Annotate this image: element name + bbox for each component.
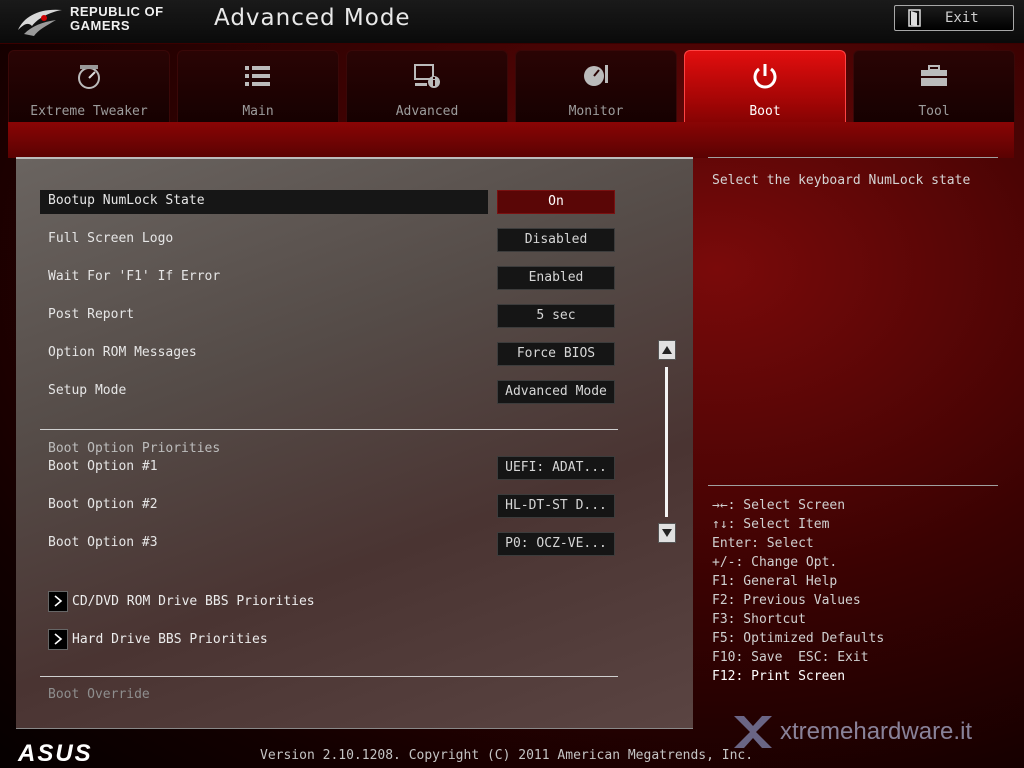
boot-option-label: Boot Option #1 (48, 459, 158, 474)
rog-logo-icon (18, 9, 62, 36)
key-hint: F5: Optimized Defaults (712, 631, 885, 646)
key-hint: +/-: Change Opt. (712, 555, 838, 570)
boot-priorities-heading: Boot Option Priorities (48, 441, 221, 456)
key-hint: Enter: Select (712, 536, 814, 551)
submenu-hard-drive-bbs[interactable]: Hard Drive BBS Priorities (48, 628, 268, 650)
tab-boot[interactable]: Boot (684, 50, 846, 122)
setting-label: Option ROM Messages (48, 345, 197, 360)
submenu-label: Hard Drive BBS Priorities (72, 631, 268, 647)
boot-option-value[interactable]: UEFI: ADAT... (497, 456, 615, 480)
toolbox-icon (921, 65, 947, 86)
asus-logo: ASUS (18, 740, 93, 767)
tab-monitor[interactable]: Monitor (515, 50, 677, 122)
watermark-x-icon (734, 716, 772, 748)
setting-label: Post Report (48, 307, 135, 322)
help-divider (708, 485, 998, 486)
main-tabs: Extreme Tweaker Main Advanced Monitor Bo… (0, 48, 1024, 124)
scroll-down-button[interactable] (658, 523, 676, 543)
help-divider (708, 157, 998, 158)
version-text: Version 2.10.1208. Copyright (C) 2011 Am… (260, 748, 754, 763)
key-hint: ↑↓: Select Item (712, 517, 830, 532)
rog-brand-text: REPUBLIC OF GAMERS (70, 5, 164, 33)
setting-value[interactable]: Force BIOS (497, 342, 615, 366)
section-divider (40, 676, 618, 677)
boot-option-value[interactable]: P0: OCZ-VE... (497, 532, 615, 556)
boot-option-label: Boot Option #2 (48, 497, 158, 512)
setting-value[interactable]: Enabled (497, 266, 615, 290)
setting-row-option-rom[interactable]: Option ROM Messages Force BIOS (40, 342, 615, 366)
tab-label: Extreme Tweaker (30, 104, 148, 119)
tab-label: Boot (749, 104, 781, 119)
tab-tool[interactable]: Tool (853, 50, 1015, 122)
setting-row-setup-mode[interactable]: Setup Mode Advanced Mode (40, 380, 615, 404)
setting-label: Full Screen Logo (48, 231, 174, 246)
setting-value[interactable]: Disabled (497, 228, 615, 252)
chevron-right-icon (48, 628, 68, 650)
setting-value[interactable]: 5 sec (497, 304, 615, 328)
brand-line-1: REPUBLIC OF (70, 4, 164, 19)
key-hint: F10: Save ESC: Exit (712, 650, 869, 665)
speedometer-icon (78, 65, 100, 89)
key-hint: F2: Previous Values (712, 593, 861, 608)
triangle-up-icon (662, 346, 672, 354)
advanced-info-icon (414, 64, 440, 88)
setting-label: Bootup NumLock State (48, 193, 205, 208)
list-icon (245, 66, 270, 86)
boot-option-value[interactable]: HL-DT-ST D... (497, 494, 615, 518)
gauge-icon (584, 65, 608, 86)
key-hint: F1: General Help (712, 574, 838, 589)
tab-label: Main (242, 104, 274, 119)
setting-row-post-report[interactable]: Post Report 5 sec (40, 304, 615, 328)
settings-panel: Bootup NumLock State On Full Screen Logo… (16, 157, 693, 729)
boot-option-row-1[interactable]: Boot Option #1 UEFI: ADAT... (40, 456, 615, 480)
tab-label: Advanced (395, 104, 459, 119)
tab-label: Tool (918, 104, 950, 119)
boot-option-row-2[interactable]: Boot Option #2 HL-DT-ST D... (40, 494, 615, 518)
tab-main[interactable]: Main (177, 50, 339, 122)
chevron-right-icon (48, 590, 68, 612)
setting-row-wait-f1[interactable]: Wait For 'F1' If Error Enabled (40, 266, 615, 290)
exit-door-icon (908, 9, 921, 27)
scroll-up-button[interactable] (658, 340, 676, 360)
setting-label: Setup Mode (48, 383, 127, 398)
boot-override-heading: Boot Override (48, 687, 150, 702)
watermark: xtremehardware.it (730, 712, 972, 752)
key-legend: →←: Select Screen ↑↓: Select Item Enter:… (712, 496, 884, 686)
exit-label: Exit (945, 10, 979, 26)
tab-extreme-tweaker[interactable]: Extreme Tweaker (8, 50, 170, 122)
tab-advanced[interactable]: Advanced (346, 50, 508, 122)
boot-option-label: Boot Option #3 (48, 535, 158, 550)
key-hint: F3: Shortcut (712, 612, 806, 627)
setting-value[interactable]: On (497, 190, 615, 214)
power-icon (753, 64, 777, 89)
boot-option-row-3[interactable]: Boot Option #3 P0: OCZ-VE... (40, 532, 615, 556)
header-bar: REPUBLIC OF GAMERS Advanced Mode Exit (0, 0, 1024, 44)
page-title: Advanced Mode (214, 5, 411, 31)
setting-value[interactable]: Advanced Mode (497, 380, 615, 404)
help-description: Select the keyboard NumLock state (712, 173, 971, 188)
triangle-down-icon (662, 529, 672, 537)
key-hint: →←: Select Screen (712, 498, 846, 513)
watermark-text: xtremehardware.it (780, 718, 973, 745)
section-divider (40, 429, 618, 430)
tab-content-bar (8, 122, 1014, 158)
exit-button[interactable]: Exit (894, 5, 1014, 31)
submenu-label: CD/DVD ROM Drive BBS Priorities (72, 593, 315, 609)
submenu-cd-dvd-bbs[interactable]: CD/DVD ROM Drive BBS Priorities (48, 590, 315, 612)
setting-label: Wait For 'F1' If Error (48, 269, 221, 284)
setting-row-full-screen-logo[interactable]: Full Screen Logo Disabled (40, 228, 615, 252)
tab-label: Monitor (568, 104, 624, 119)
brand-line-2: GAMERS (70, 18, 131, 33)
scrollbar-track[interactable] (665, 367, 668, 517)
key-hint: F12: Print Screen (712, 669, 846, 684)
setting-row-numlock[interactable]: Bootup NumLock State On (40, 190, 615, 214)
